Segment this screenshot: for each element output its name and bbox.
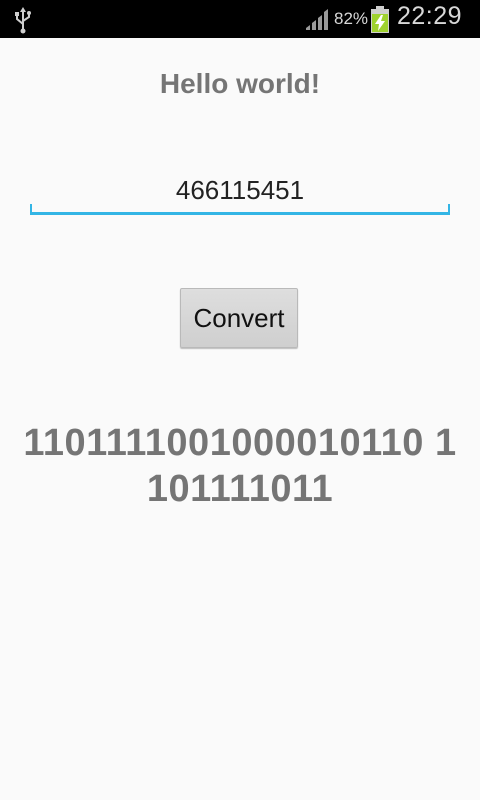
number-input-field[interactable]: [30, 168, 450, 216]
page-title: Hello world!: [159, 68, 321, 99]
convert-button[interactable]: Convert: [180, 288, 298, 348]
battery-percent: 82%: [334, 9, 369, 28]
clock: 22:29: [397, 2, 463, 30]
app-content: Hello world! Convert 1101111001000010110…: [0, 38, 480, 800]
usb-icon: [10, 6, 36, 34]
binary-result: 1101111001000010110 1101111011: [23, 422, 457, 510]
battery-charging-icon: [370, 6, 390, 34]
status-bar: 82% 22:29: [0, 0, 480, 38]
input-underline-right-tick: [448, 204, 450, 214]
input-underline: [30, 212, 450, 215]
signal-icon: [304, 6, 332, 32]
number-input[interactable]: [30, 168, 450, 212]
input-underline-left-tick: [30, 204, 32, 214]
